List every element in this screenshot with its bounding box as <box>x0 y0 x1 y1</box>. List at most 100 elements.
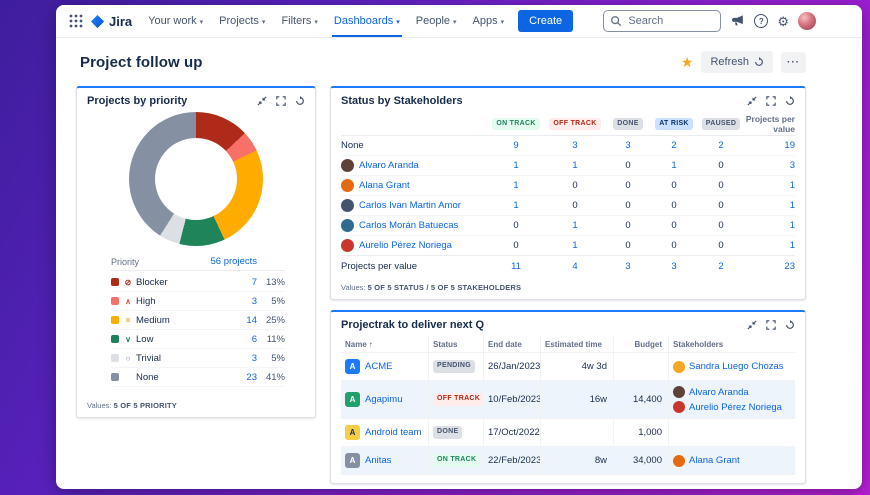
priority-count-link[interactable]: 6 <box>233 334 257 345</box>
avatar <box>341 159 354 172</box>
status-count[interactable]: 9 <box>487 140 545 151</box>
deliver-column-header[interactable]: Name ↑ <box>341 337 429 352</box>
priority-count-link[interactable]: 14 <box>233 315 257 326</box>
stakeholder-link[interactable]: Sandra Luego Chozas <box>689 361 784 372</box>
avatar <box>341 179 354 192</box>
gadget-refresh-icon[interactable] <box>785 96 795 106</box>
status-total-count[interactable]: 4 <box>545 261 605 272</box>
project-link[interactable]: ACME <box>365 361 392 372</box>
status-count[interactable]: 1 <box>545 220 605 231</box>
status-total-count[interactable]: 3 <box>651 261 697 272</box>
jira-logo[interactable]: Jira <box>88 14 140 29</box>
total-projects-link[interactable]: 56 projects <box>211 256 257 267</box>
status-count[interactable]: 3 <box>605 140 651 151</box>
deliver-column-header[interactable]: Status <box>429 337 484 352</box>
priority-donut[interactable] <box>129 112 263 246</box>
minimize-icon[interactable] <box>747 320 757 330</box>
deliver-column-header[interactable]: End date <box>484 337 541 352</box>
megaphone-icon[interactable] <box>731 14 745 28</box>
status-count: 0 <box>625 180 631 191</box>
status-count[interactable]: 1 <box>487 160 545 171</box>
nav-item-your-work[interactable]: Your work ▾ <box>140 5 211 37</box>
create-button[interactable]: Create <box>518 10 574 32</box>
priority-values-footer: Values: 5 OF 5 PRIORITY <box>87 401 177 410</box>
gear-icon[interactable]: ⚙ <box>777 15 789 28</box>
nav-item-people[interactable]: People ▾ <box>408 5 465 37</box>
expand-icon[interactable] <box>276 96 286 106</box>
expand-icon[interactable] <box>766 96 776 106</box>
priority-count-link[interactable]: 3 <box>233 353 257 364</box>
chevron-down-icon: ▾ <box>396 18 400 26</box>
status-total-count[interactable]: 2 <box>697 261 745 272</box>
search-box <box>603 10 722 32</box>
status-row-total[interactable]: 1 <box>745 240 795 251</box>
minimize-icon[interactable] <box>747 96 757 106</box>
gadget-refresh-icon[interactable] <box>295 96 305 106</box>
status-count[interactable]: 1 <box>487 180 545 191</box>
status-count[interactable]: 2 <box>697 140 745 151</box>
status-count[interactable]: 1 <box>545 240 605 251</box>
stakeholder-link[interactable]: Aurelio Pérez Noriega <box>359 240 452 251</box>
stakeholder-link[interactable]: Alana Grant <box>359 180 410 191</box>
jira-logo-text: Jira <box>109 13 133 29</box>
nav-item-apps[interactable]: Apps ▾ <box>465 5 513 37</box>
stakeholder-link[interactable]: Alvaro Aranda <box>359 160 419 171</box>
project-link[interactable]: Android team <box>365 427 422 438</box>
refresh-icon <box>755 57 763 66</box>
deliver-column-label: Estimated time <box>545 340 602 349</box>
priority-count-link[interactable]: 3 <box>233 296 257 307</box>
status-count[interactable]: 1 <box>651 160 697 171</box>
status-row-total[interactable]: 1 <box>745 180 795 191</box>
profile-avatar[interactable] <box>798 12 816 30</box>
stakeholder-link[interactable]: Carlos Morán Batuecas <box>359 220 458 231</box>
status-count[interactable]: 1 <box>487 200 545 211</box>
status-row-total[interactable]: 1 <box>745 220 795 231</box>
status-count: 0 <box>718 240 724 251</box>
favorite-star-icon[interactable]: ★ <box>681 55 694 69</box>
estimated-time-cell: 16w <box>541 381 614 418</box>
nav-item-dashboards[interactable]: Dashboards ▾ <box>326 5 408 37</box>
status-count[interactable]: 3 <box>545 140 605 151</box>
priority-color-swatch <box>111 278 119 286</box>
deliver-header-row: Name ↑ Status End date Estimated time Budget S… <box>341 337 795 353</box>
refresh-button[interactable]: Refresh <box>701 51 773 73</box>
help-icon[interactable]: ? <box>754 14 769 28</box>
more-options-button[interactable]: ··· <box>781 51 806 73</box>
status-row-total[interactable]: 3 <box>745 160 795 171</box>
stakeholders-cell: Alvaro Aranda Aurelio Pérez Noriega <box>669 381 795 418</box>
stakeholder-link[interactable]: Aurelio Pérez Noriega <box>689 402 782 413</box>
nav-item-filters[interactable]: Filters ▾ <box>273 5 325 37</box>
stakeholder-link[interactable]: Alvaro Aranda <box>689 387 749 398</box>
budget-cell: 14,400 <box>614 381 669 418</box>
nav-item-projects[interactable]: Projects ▾ <box>211 5 273 37</box>
nav-item-label: Apps <box>472 15 498 27</box>
status-total-count[interactable]: 3 <box>605 261 651 272</box>
status-row-total[interactable]: 19 <box>745 140 795 151</box>
project-avatar-icon: A <box>345 392 360 407</box>
minimize-icon[interactable] <box>257 96 267 106</box>
status-grand-total[interactable]: 23 <box>745 261 795 272</box>
status-count[interactable]: 1 <box>545 160 605 171</box>
priority-label: High <box>136 295 156 307</box>
app-switcher-button[interactable] <box>64 9 88 33</box>
project-link[interactable]: Agapimu <box>365 394 403 405</box>
status-column-header: OFF TRACK <box>545 117 605 131</box>
stakeholder-link[interactable]: Alana Grant <box>689 455 740 466</box>
deliver-column-header[interactable]: Budget <box>614 337 669 352</box>
project-link[interactable]: Anitas <box>365 455 391 466</box>
header-actions: ★ Refresh ··· <box>681 51 806 73</box>
legend-row: None 23 41% <box>111 368 285 387</box>
priority-count-link[interactable]: 23 <box>233 372 257 383</box>
status-row-total[interactable]: 1 <box>745 200 795 211</box>
status-total-count[interactable]: 11 <box>487 261 545 272</box>
deliver-column-header[interactable]: Estimated time <box>541 337 614 352</box>
stakeholder-link[interactable]: Carlos Ivan Martin Amor <box>359 200 461 211</box>
deliver-column-header[interactable]: Stakeholders <box>669 337 795 352</box>
budget-cell: 34,000 <box>614 447 669 474</box>
status-count[interactable]: 2 <box>651 140 697 151</box>
avatar <box>341 239 354 252</box>
priority-count-link[interactable]: 7 <box>233 277 257 288</box>
status-column-header: PAUSED <box>697 117 745 131</box>
gadget-refresh-icon[interactable] <box>785 320 795 330</box>
expand-icon[interactable] <box>766 320 776 330</box>
